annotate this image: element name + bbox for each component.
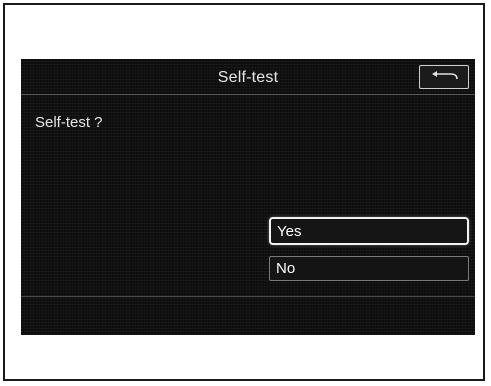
display-screen: Self-test Self-test ? Yes No (21, 59, 475, 335)
screen-title: Self-test (217, 69, 279, 86)
title-bar: Self-test (21, 59, 475, 95)
back-arrow-icon (432, 71, 458, 80)
yes-button-label: Yes (277, 222, 302, 240)
no-button-label: No (276, 260, 296, 277)
bottom-divider (21, 296, 475, 297)
no-button[interactable]: No (269, 256, 469, 281)
question-text: Self-test ? (35, 114, 103, 131)
back-button[interactable] (419, 65, 469, 89)
yes-button[interactable]: Yes (269, 217, 469, 245)
